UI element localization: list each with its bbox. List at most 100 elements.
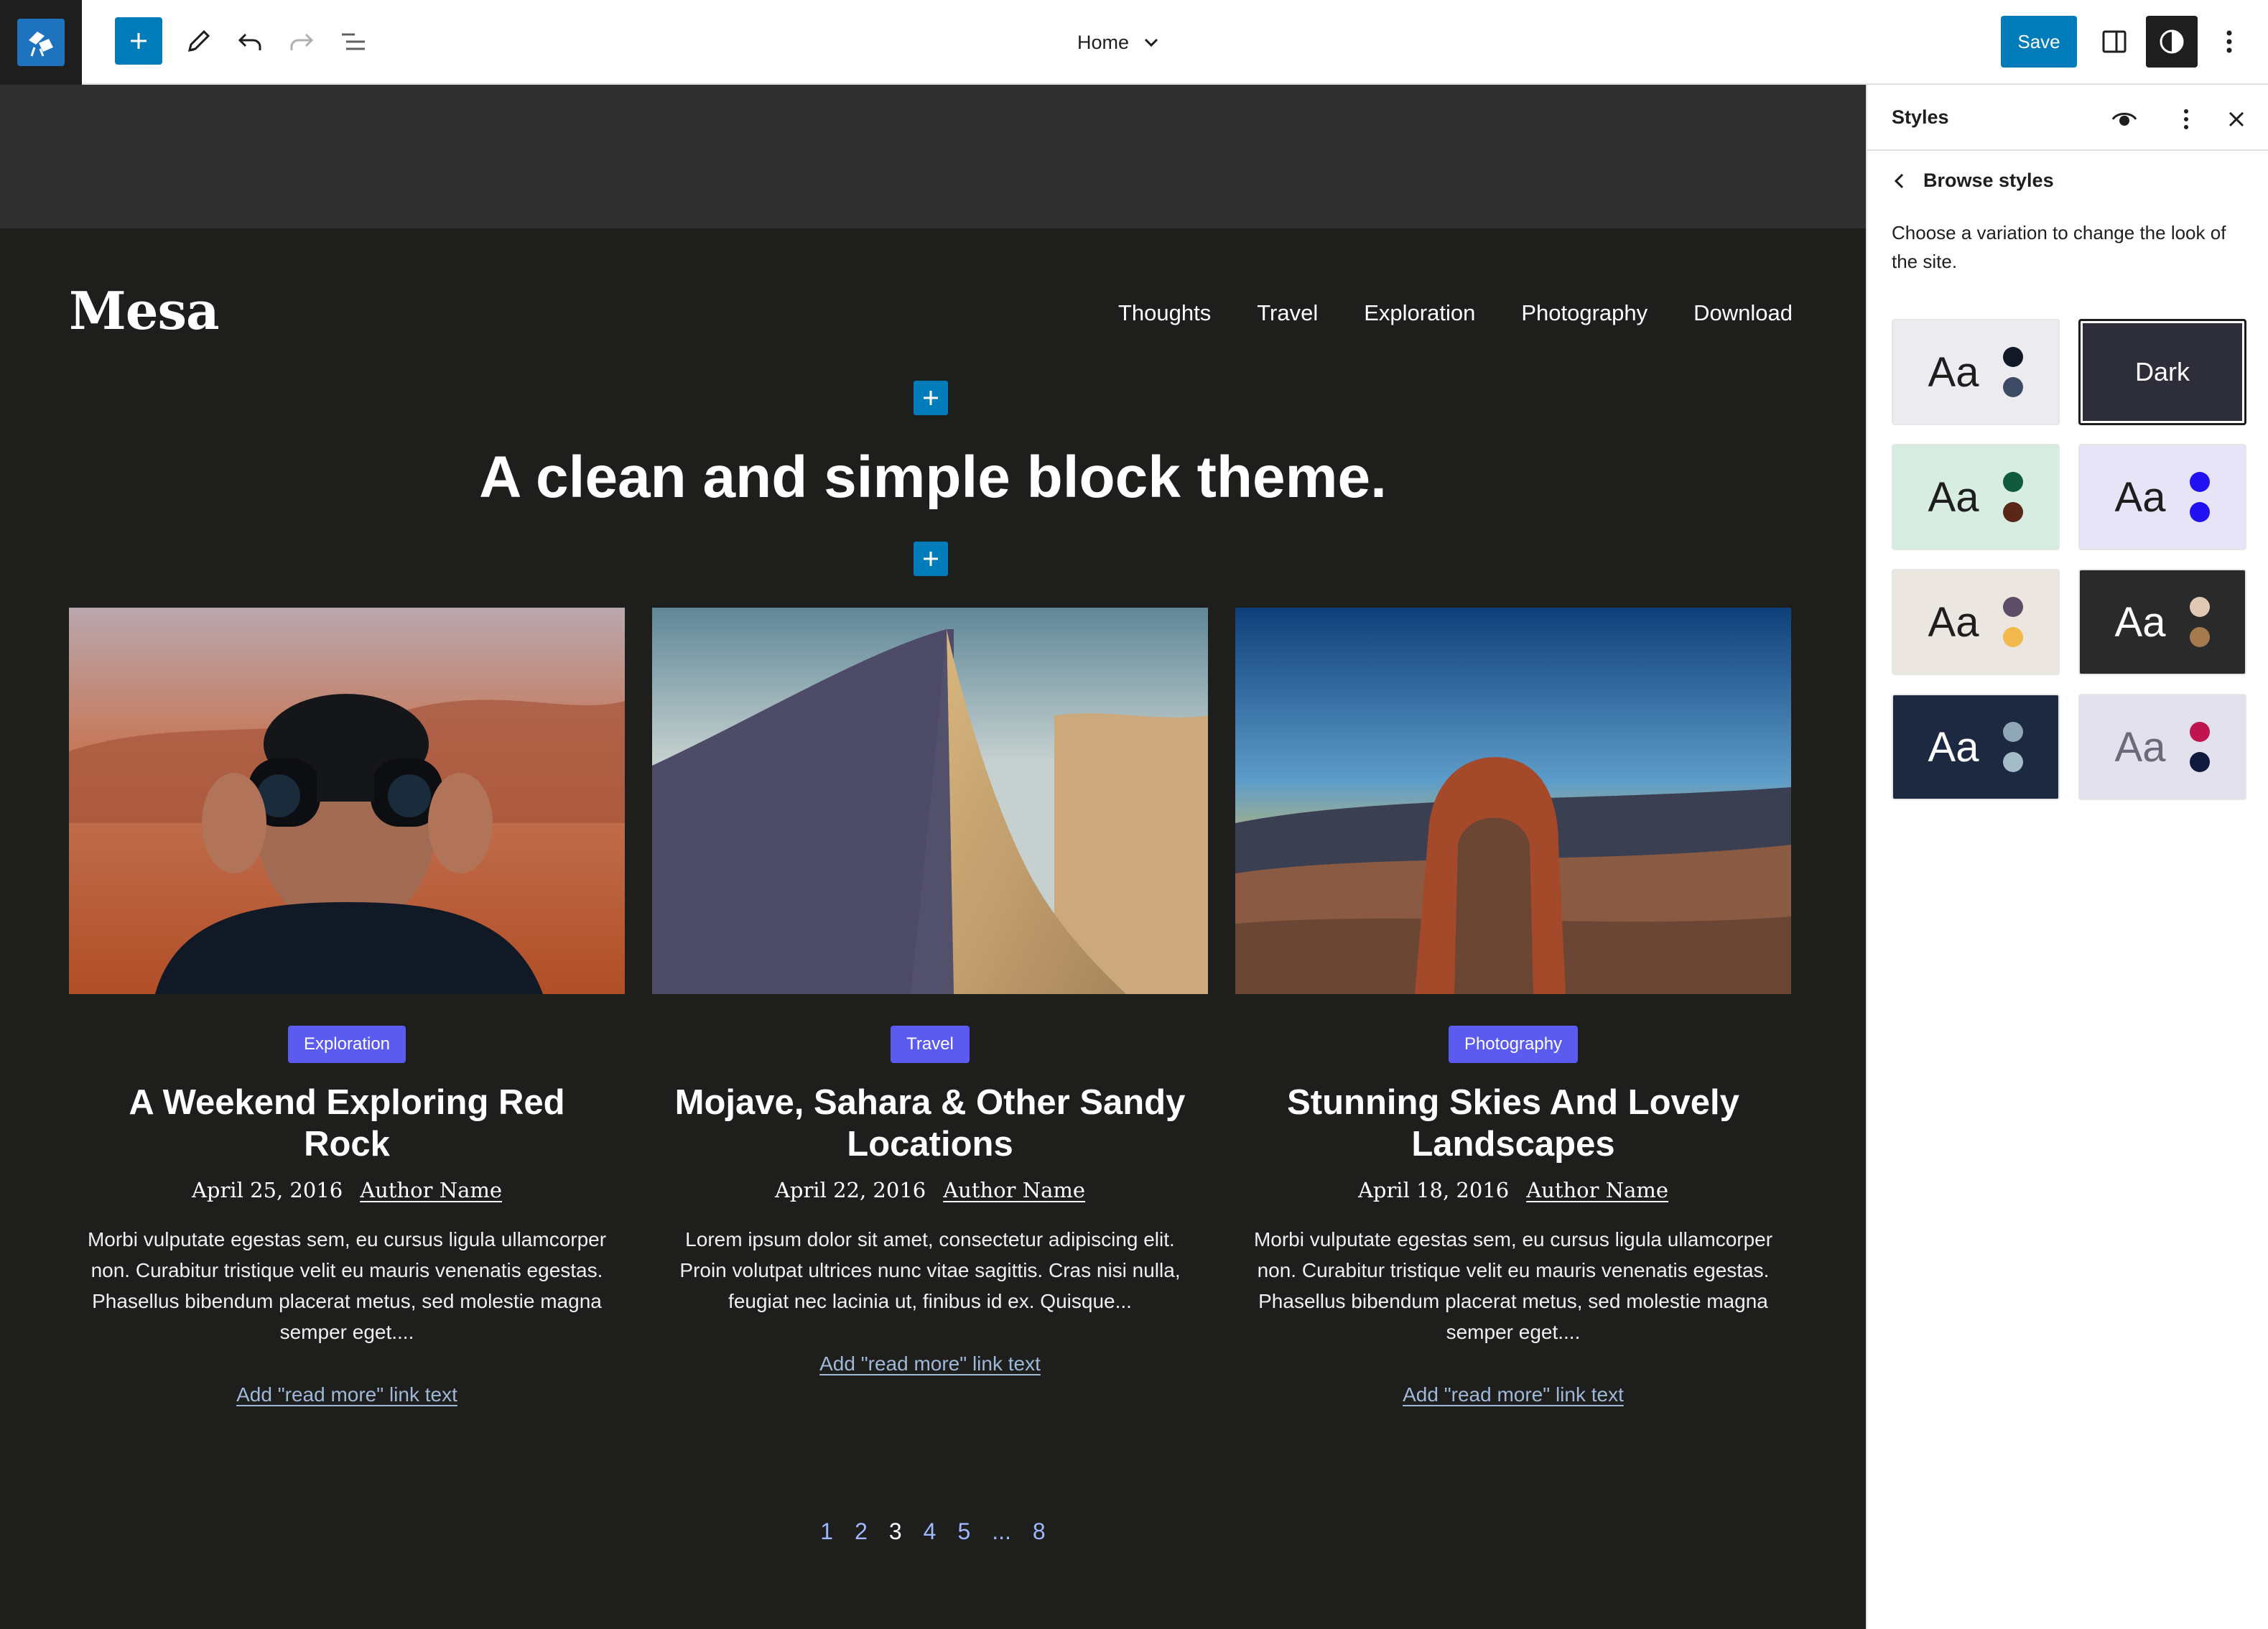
variation-typography-sample: Aa: [1928, 473, 1979, 521]
color-swatch: [2003, 472, 2024, 492]
variation-typography-sample: Aa: [2114, 723, 2166, 771]
save-button[interactable]: Save: [2001, 16, 2077, 68]
post-excerpt: Morbi vulputate egestas sem, eu cursus l…: [1253, 1228, 1773, 1343]
style-variation-2[interactable]: Dark: [2078, 319, 2246, 425]
variation-typography-sample: Aa: [2114, 598, 2166, 646]
page-link-4[interactable]: 4: [924, 1518, 937, 1545]
nav-item-photography[interactable]: Photography: [1521, 300, 1647, 326]
page-ellipsis: ...: [992, 1518, 1011, 1544]
post-date: April 18, 2016: [1357, 1178, 1510, 1202]
nav-item-download[interactable]: Download: [1693, 300, 1793, 326]
variation-typography-sample: Aa: [2114, 473, 2166, 521]
post-category-pill[interactable]: Exploration: [287, 1026, 406, 1063]
style-variation-7[interactable]: Aa: [1892, 694, 2060, 800]
sidebar-toggle-icon: [2102, 30, 2127, 53]
block-inserter-button[interactable]: [914, 381, 948, 415]
list-view-icon: [342, 33, 365, 50]
post-meta: April 25, 2016 Author Name: [69, 1178, 625, 1202]
post-featured-image[interactable]: [1235, 608, 1791, 994]
post-category-pill[interactable]: Travel: [891, 1026, 970, 1063]
variation-color-swatches: [2190, 722, 2211, 772]
post-card: Travel Mojave, Sahara & Other Sandy Loca…: [652, 608, 1208, 1375]
color-swatch: [2003, 502, 2024, 522]
redo-button[interactable]: [276, 16, 327, 68]
post-featured-image[interactable]: [69, 608, 625, 994]
style-book-button[interactable]: [2107, 102, 2142, 136]
redo-icon: [290, 33, 314, 50]
style-variation-3[interactable]: Aa: [1892, 444, 2060, 550]
variation-color-swatches: [2003, 722, 2024, 772]
post-excerpt: Morbi vulputate egestas sem, eu cursus l…: [87, 1228, 607, 1343]
post-featured-image[interactable]: [652, 608, 1208, 994]
browse-styles-back[interactable]: Browse styles: [1892, 170, 2054, 192]
post-author-link[interactable]: Author Name: [360, 1178, 502, 1202]
hero-heading[interactable]: A clean and simple block theme.: [0, 444, 1866, 511]
color-swatch: [2190, 502, 2211, 522]
block-inserter-button[interactable]: [914, 542, 948, 576]
page-link-8[interactable]: 8: [1033, 1518, 1046, 1545]
site-title[interactable]: Mesa: [69, 280, 220, 341]
color-swatch: [2003, 752, 2024, 772]
chevron-down-icon: [1144, 38, 1158, 47]
color-swatch: [2003, 377, 2024, 397]
site-icon-button[interactable]: [0, 0, 82, 85]
color-swatch: [2190, 472, 2211, 492]
color-swatch: [2190, 752, 2211, 772]
read-more-link[interactable]: Add "read more" link text: [1235, 1383, 1791, 1406]
style-variation-5[interactable]: Aa: [1892, 569, 2060, 675]
page-link-1[interactable]: 1: [820, 1518, 833, 1545]
more-options-icon: [2226, 30, 2232, 53]
post-title[interactable]: Stunning Skies And Lovely Landscapes: [1247, 1082, 1779, 1165]
editor-canvas: Mesa Thoughts Travel Exploration Photogr…: [0, 228, 1866, 1629]
navigation: Thoughts Travel Exploration Photography …: [1118, 300, 1793, 326]
nav-item-exploration[interactable]: Exploration: [1364, 300, 1475, 326]
variation-color-swatches: [2003, 347, 2024, 397]
nav-item-thoughts[interactable]: Thoughts: [1118, 300, 1211, 326]
add-block-icon: [131, 33, 147, 49]
edit-tool-button[interactable]: [172, 16, 224, 68]
options-button[interactable]: [2203, 16, 2255, 68]
close-sidebar-button[interactable]: [2219, 102, 2254, 136]
sidebar-title: Styles: [1892, 106, 1949, 128]
more-options-icon: [2184, 109, 2188, 129]
editor-toolbar: Home Save: [0, 0, 2268, 85]
color-swatch: [2003, 722, 2024, 742]
add-block-button[interactable]: [115, 17, 162, 65]
nav-item-travel[interactable]: Travel: [1257, 300, 1318, 326]
settings-sidebar-button[interactable]: [2088, 16, 2140, 68]
sidebar-header: Styles: [1867, 85, 2268, 151]
style-variation-6[interactable]: Aa: [2078, 569, 2246, 675]
post-title[interactable]: Mojave, Sahara & Other Sandy Locations: [664, 1082, 1196, 1165]
sidebar-options-button[interactable]: [2169, 102, 2203, 136]
style-variation-4[interactable]: Aa: [2078, 444, 2246, 550]
close-icon: [2229, 111, 2244, 127]
post-card: Photography Stunning Skies And Lovely La…: [1235, 608, 1791, 1406]
post-title[interactable]: A Weekend Exploring Red Rock: [81, 1082, 613, 1165]
style-variation-1[interactable]: Aa: [1892, 319, 2060, 425]
undo-button[interactable]: [224, 16, 276, 68]
sidebar-description: Choose a variation to change the look of…: [1892, 222, 2226, 272]
list-view-button[interactable]: [327, 16, 379, 68]
page-current-3: 3: [888, 1518, 902, 1544]
plus-icon: [924, 391, 938, 405]
post-author-link[interactable]: Author Name: [1526, 1178, 1668, 1202]
post-card: Exploration A Weekend Exploring Red Rock…: [69, 608, 625, 1406]
style-variation-8[interactable]: Aa: [2078, 694, 2246, 800]
wordpress-site-icon: [17, 19, 65, 66]
document-title-dropdown[interactable]: Home: [1077, 22, 1161, 63]
styles-button[interactable]: [2146, 16, 2198, 68]
page-link-2[interactable]: 2: [855, 1518, 868, 1545]
post-date: April 25, 2016: [191, 1178, 343, 1202]
variation-label: Dark: [2134, 357, 2190, 386]
read-more-link[interactable]: Add "read more" link text: [652, 1352, 1208, 1375]
post-date: April 22, 2016: [774, 1178, 926, 1202]
undo-icon: [238, 33, 261, 50]
color-swatch: [2190, 597, 2211, 617]
post-author-link[interactable]: Author Name: [943, 1178, 1085, 1202]
color-swatch: [2190, 627, 2211, 647]
variation-typography-sample: Aa: [1928, 723, 1979, 771]
page-link-5[interactable]: 5: [957, 1518, 970, 1545]
color-swatch: [2190, 722, 2211, 742]
read-more-link[interactable]: Add "read more" link text: [69, 1383, 625, 1406]
post-category-pill[interactable]: Photography: [1448, 1026, 1579, 1063]
